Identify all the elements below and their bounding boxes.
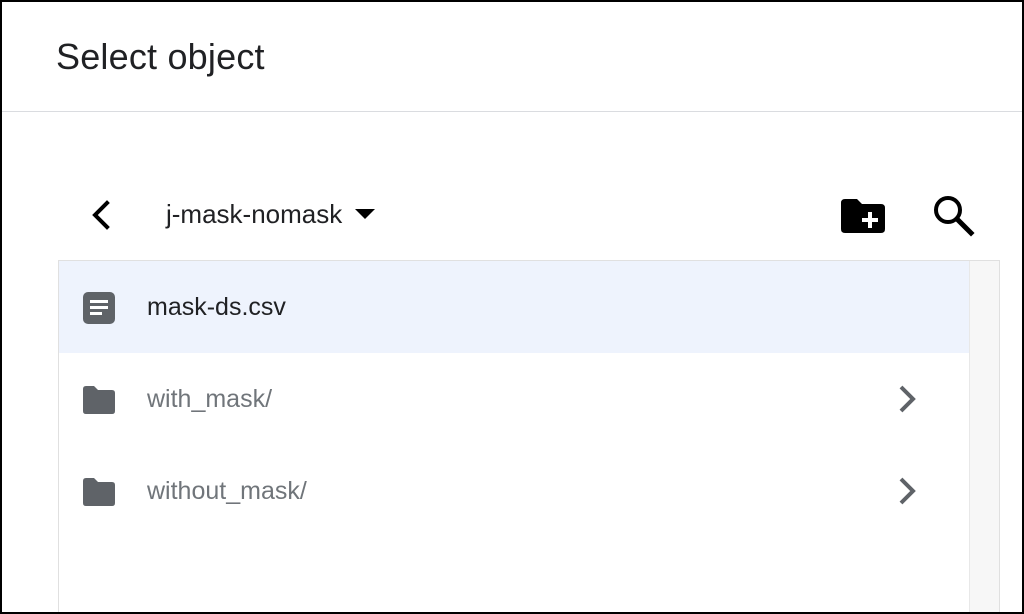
list-item-folder[interactable]: with_mask/ xyxy=(59,353,969,445)
list-item-label: with_mask/ xyxy=(147,385,273,413)
dialog-title: Select object xyxy=(56,36,265,77)
create-folder-button[interactable] xyxy=(836,192,890,238)
caret-down-icon xyxy=(354,208,376,220)
list-item-label: without_mask/ xyxy=(147,477,307,505)
list-scrollbar[interactable] xyxy=(969,261,999,612)
search-icon xyxy=(934,196,975,237)
list-item-label: mask-ds.csv xyxy=(147,293,286,321)
back-button[interactable] xyxy=(78,192,124,238)
chevron-right-icon[interactable] xyxy=(889,381,925,417)
file-document-icon xyxy=(81,290,117,326)
folder-icon xyxy=(81,382,117,418)
bucket-name: j-mask-nomask xyxy=(166,198,343,229)
back-arrow-icon xyxy=(92,200,110,230)
select-object-dialog: Select object j-mask-nomask mask-ds.csv … xyxy=(0,0,1024,614)
bucket-selector[interactable]: j-mask-nomask xyxy=(166,196,376,232)
browser-toolbar: j-mask-nomask xyxy=(2,182,1022,246)
folder-icon xyxy=(81,474,117,510)
create-new-folder-icon xyxy=(841,199,885,233)
list-item-file[interactable]: mask-ds.csv xyxy=(59,261,969,353)
dialog-header: Select object xyxy=(2,2,1022,112)
chevron-right-icon[interactable] xyxy=(889,473,925,509)
object-list-panel: mask-ds.csv with_mask/ without_mask/ xyxy=(58,260,1000,612)
list-item-folder[interactable]: without_mask/ xyxy=(59,445,969,537)
object-list: mask-ds.csv with_mask/ without_mask/ xyxy=(59,261,969,612)
search-button[interactable] xyxy=(926,190,980,240)
